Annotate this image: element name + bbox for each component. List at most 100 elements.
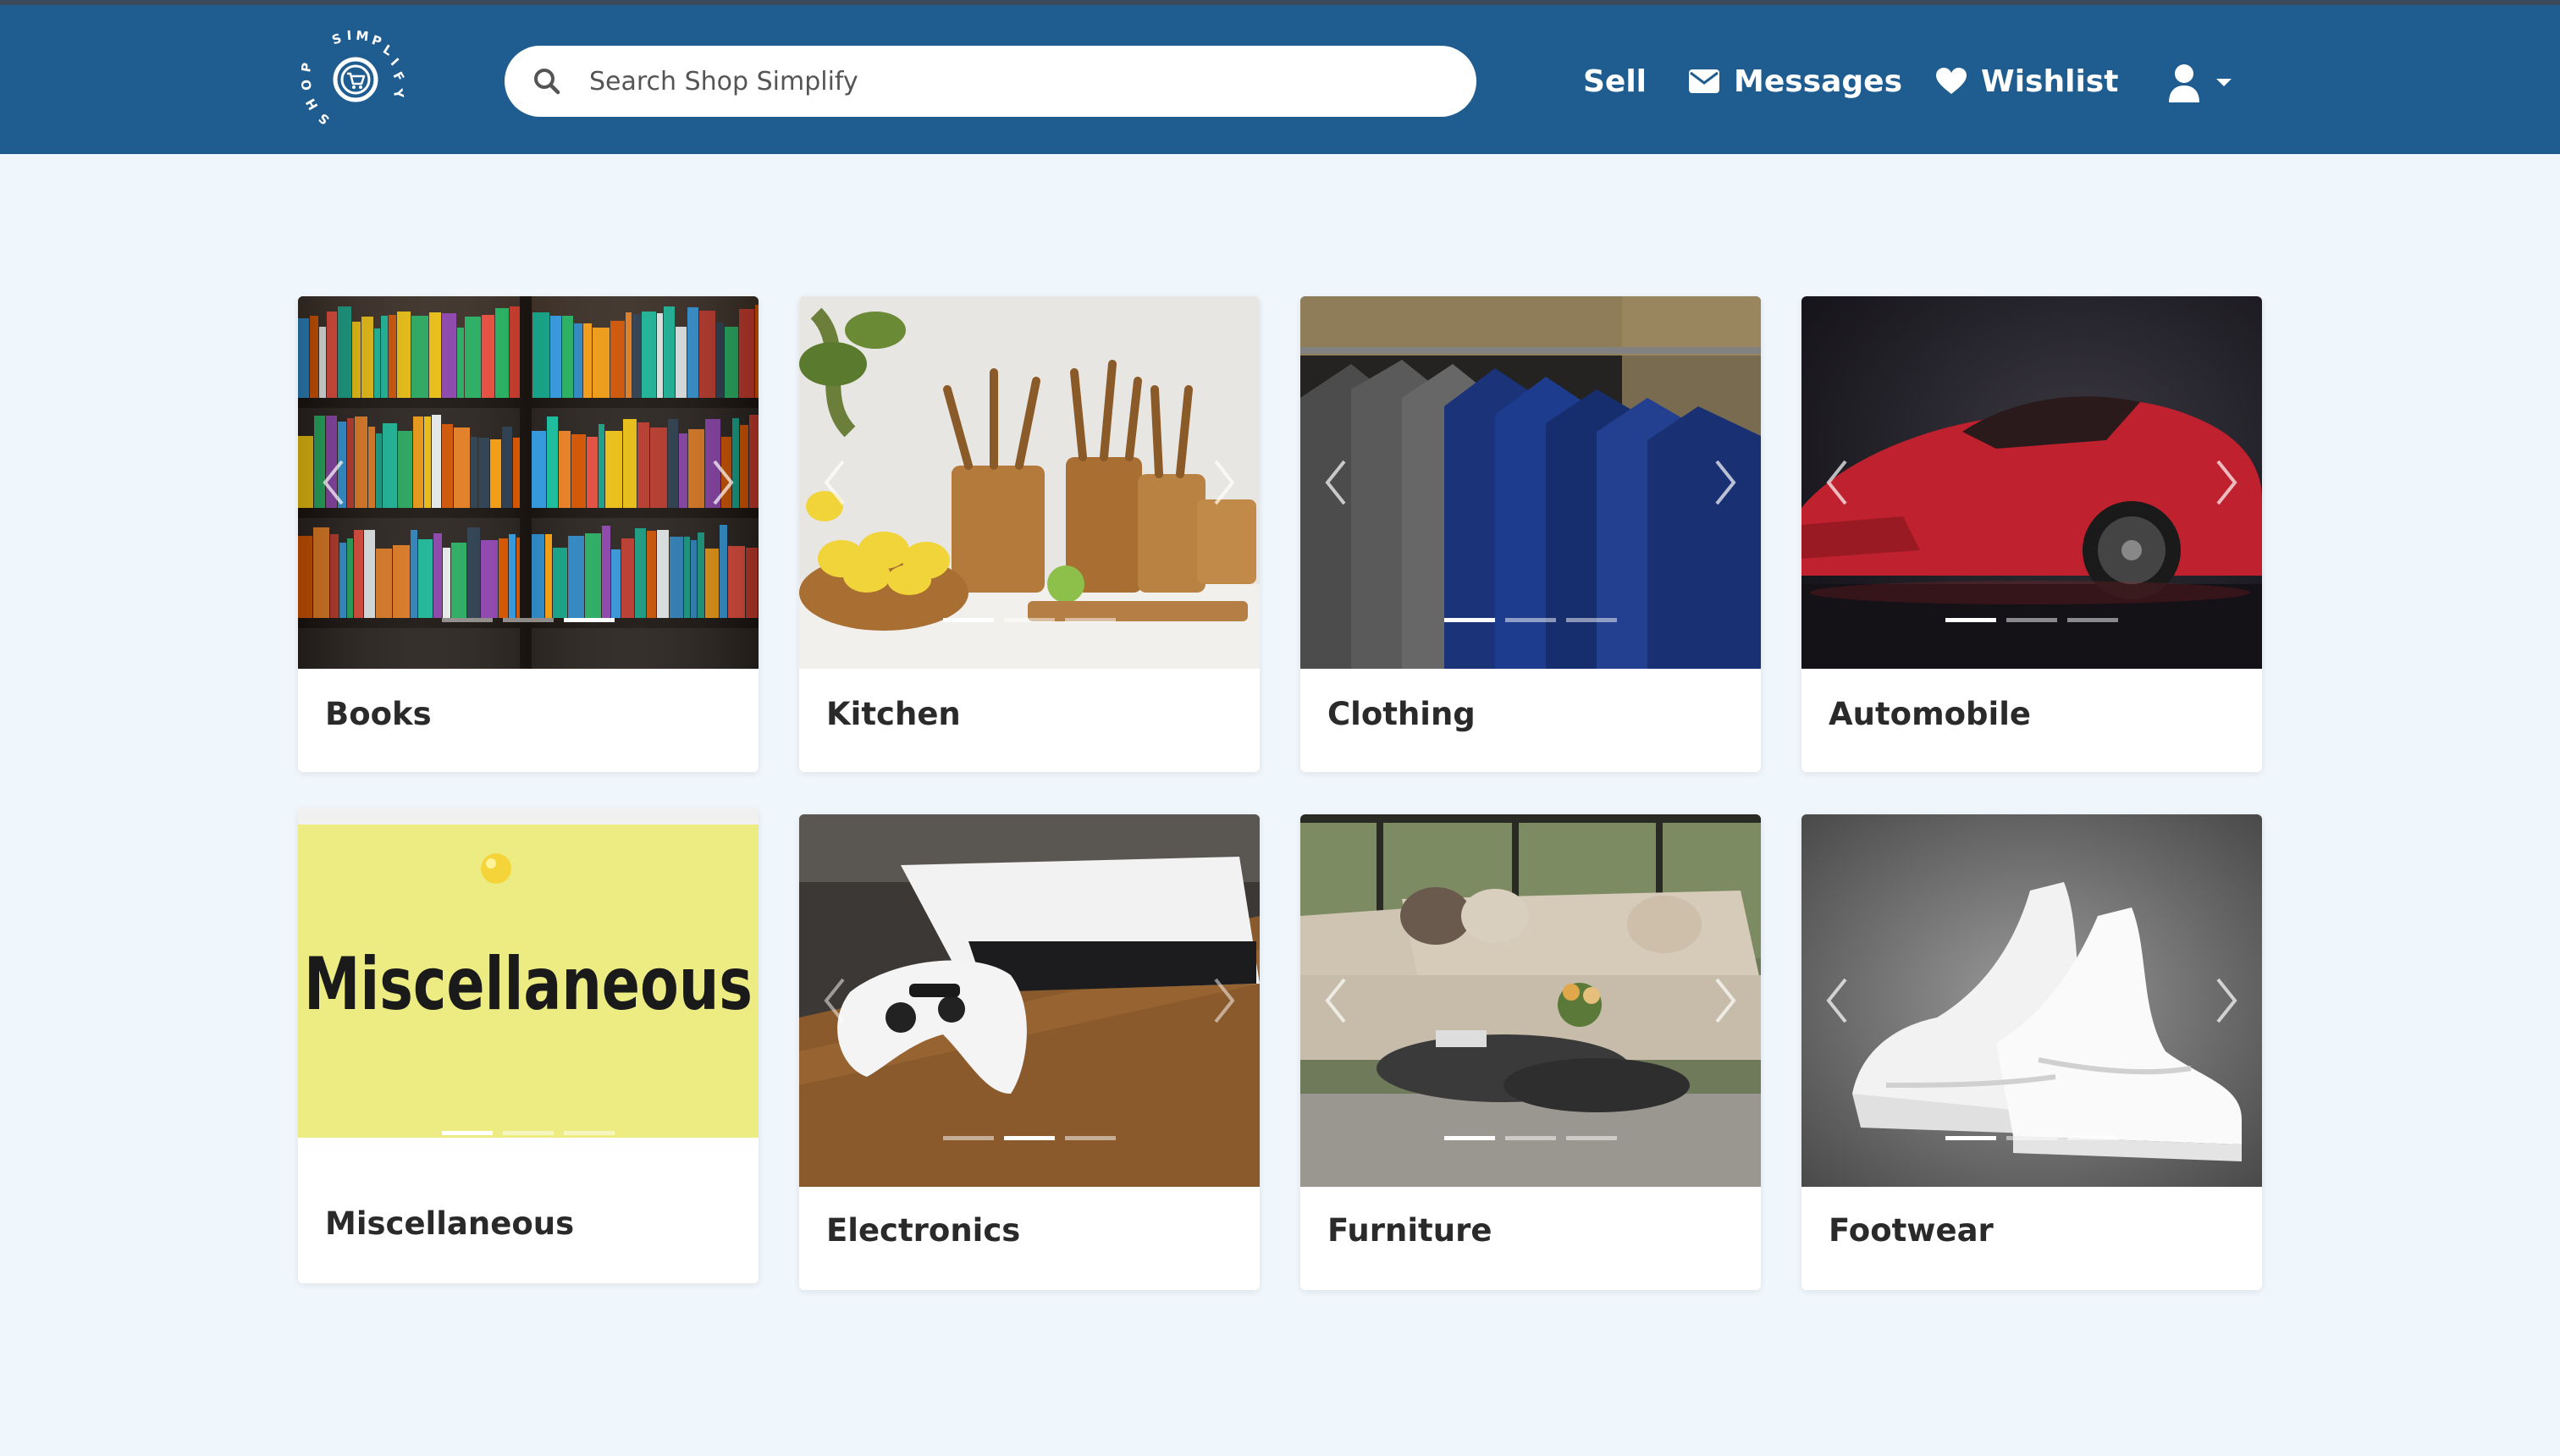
carousel-indicator[interactable] (564, 1131, 615, 1135)
carousel-indicator[interactable] (1566, 618, 1617, 622)
messages-label: Messages (1734, 63, 1903, 99)
carousel-indicator[interactable] (1444, 1136, 1495, 1140)
carousel-prev-arrow[interactable] (1319, 457, 1353, 508)
carousel-prev-arrow[interactable] (317, 457, 350, 508)
carousel-indicators (1801, 1136, 2262, 1140)
carousel-indicator[interactable] (1566, 1136, 1617, 1140)
svg-text:I: I (388, 55, 402, 69)
carousel-books (298, 296, 759, 669)
shop-simplify-logo[interactable]: S I M P L I F Y P O H S (301, 25, 410, 134)
category-card-electronics[interactable]: Electronics (799, 814, 1260, 1290)
svg-text:P: P (370, 32, 383, 50)
carousel-indicator[interactable] (2006, 1136, 2057, 1140)
carousel-indicator[interactable] (1505, 618, 1556, 622)
furniture-image (1300, 814, 1761, 1187)
category-title: Books (325, 696, 432, 732)
svg-text:S: S (316, 110, 333, 128)
miscellaneous-image: Miscellaneous (298, 808, 759, 1163)
carousel-prev-arrow[interactable] (818, 457, 852, 508)
caret-down-icon (2216, 79, 2232, 86)
carousel-furniture (1300, 814, 1761, 1187)
carousel-indicator[interactable] (1065, 1136, 1116, 1140)
carousel-prev-arrow[interactable] (1319, 975, 1353, 1026)
electronics-image (799, 814, 1260, 1187)
heart-icon (1936, 68, 1967, 94)
carousel-clothing (1300, 296, 1761, 669)
carousel-indicator[interactable] (442, 618, 493, 622)
carousel-indicator[interactable] (1945, 618, 1996, 622)
carousel-indicator[interactable] (943, 618, 994, 622)
carousel-next-arrow[interactable] (1708, 975, 1742, 1026)
svg-text:L: L (380, 41, 395, 59)
carousel-prev-arrow[interactable] (1820, 457, 1854, 508)
sell-link[interactable]: Sell (1583, 56, 1647, 107)
category-title: Clothing (1327, 696, 1476, 732)
carousel-indicator[interactable] (2006, 618, 2057, 622)
svg-text:F: F (390, 69, 408, 85)
search-icon[interactable] (530, 64, 564, 98)
carousel-electronics (799, 814, 1260, 1187)
clothing-image (1300, 296, 1761, 669)
category-title: Furniture (1327, 1212, 1492, 1249)
messages-link[interactable]: Messages (1688, 56, 1902, 107)
carousel-footwear (1801, 814, 2262, 1187)
category-card-footwear[interactable]: Footwear (1801, 814, 2262, 1290)
carousel-indicators (298, 1131, 759, 1135)
carousel-next-arrow[interactable] (706, 457, 740, 508)
carousel-indicator[interactable] (1444, 618, 1495, 622)
miscellaneous-image-text: Miscellaneous (304, 942, 753, 1027)
carousel-miscellaneous: Miscellaneous (298, 808, 759, 1163)
svg-text:O: O (301, 79, 315, 91)
carousel-indicator[interactable] (1065, 618, 1116, 622)
carousel-indicator[interactable] (2067, 1136, 2118, 1140)
carousel-automobile (1801, 296, 2262, 669)
carousel-indicator[interactable] (564, 618, 615, 622)
user-menu[interactable] (2167, 58, 2233, 108)
svg-text:Y: Y (390, 87, 407, 101)
carousel-indicator[interactable] (1945, 1136, 1996, 1140)
category-title: Electronics (826, 1212, 1021, 1249)
carousel-next-arrow[interactable] (1207, 975, 1241, 1026)
carousel-next-arrow[interactable] (1708, 457, 1742, 508)
category-card-miscellaneous[interactable]: Miscellaneous Miscellaneous (298, 808, 759, 1283)
carousel-prev-arrow[interactable] (818, 975, 852, 1026)
svg-text:H: H (303, 96, 322, 113)
carousel-indicators (1801, 618, 2262, 622)
carousel-indicator[interactable] (503, 1131, 554, 1135)
carousel-indicators (1300, 618, 1761, 622)
category-title: Miscellaneous (325, 1205, 575, 1242)
category-card-furniture[interactable]: Furniture (1300, 814, 1761, 1290)
automobile-image (1801, 296, 2262, 669)
carousel-kitchen (799, 296, 1260, 669)
carousel-next-arrow[interactable] (1207, 457, 1241, 508)
category-card-books[interactable]: Books (298, 296, 759, 772)
svg-text:P: P (301, 62, 315, 74)
category-card-clothing[interactable]: Clothing (1300, 296, 1761, 772)
search-input[interactable] (589, 46, 1436, 117)
carousel-indicator[interactable] (1004, 1136, 1055, 1140)
navbar: S I M P L I F Y P O H S Sell Messages (0, 5, 2560, 154)
carousel-indicator[interactable] (1004, 618, 1055, 622)
carousel-indicator[interactable] (503, 618, 554, 622)
search-bar (505, 46, 1476, 117)
svg-text:S: S (330, 30, 344, 47)
kitchen-image (799, 296, 1260, 669)
category-card-kitchen[interactable]: Kitchen (799, 296, 1260, 772)
wishlist-link[interactable]: Wishlist (1935, 56, 2118, 107)
svg-text:I: I (346, 28, 352, 43)
books-image (298, 296, 759, 669)
carousel-indicator[interactable] (2067, 618, 2118, 622)
carousel-indicator[interactable] (943, 1136, 994, 1140)
carousel-indicators (298, 618, 759, 622)
wishlist-label: Wishlist (1981, 63, 2119, 99)
carousel-indicator[interactable] (1505, 1136, 1556, 1140)
carousel-indicators (799, 1136, 1260, 1140)
carousel-indicator[interactable] (442, 1131, 493, 1135)
carousel-prev-arrow[interactable] (1820, 975, 1854, 1026)
category-title: Kitchen (826, 696, 961, 732)
carousel-next-arrow[interactable] (2210, 975, 2243, 1026)
carousel-indicators (799, 618, 1260, 622)
sell-label: Sell (1583, 63, 1647, 99)
category-card-automobile[interactable]: Automobile (1801, 296, 2262, 772)
carousel-next-arrow[interactable] (2210, 457, 2243, 508)
